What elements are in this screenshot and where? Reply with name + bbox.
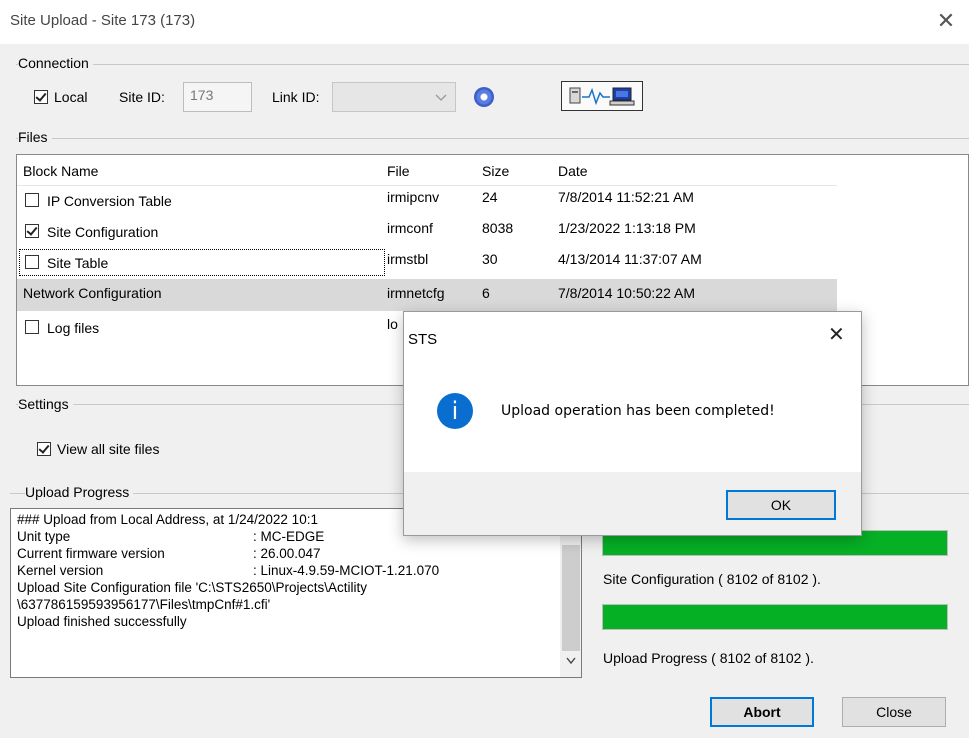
link-id-dropdown[interactable] xyxy=(332,82,456,112)
file-row-date: 7/8/2014 11:52:21 AM xyxy=(558,189,694,205)
chevron-down-icon xyxy=(435,94,447,101)
dialog-title: STS xyxy=(408,331,438,348)
settings-group-label: Settings xyxy=(18,396,73,412)
file-row-site-configuration[interactable]: Site Configuration irmconf 8038 1/23/202… xyxy=(17,216,837,247)
gear-icon[interactable] xyxy=(474,87,494,107)
window-close-icon[interactable]: ✕ xyxy=(933,8,959,34)
file-row-size: 30 xyxy=(482,251,498,267)
file-row-file: irmipcnv xyxy=(387,189,440,205)
file-row-size: 24 xyxy=(482,189,498,205)
column-header-file[interactable]: File xyxy=(387,163,410,179)
scroll-down-icon[interactable] xyxy=(566,657,576,665)
sts-dialog: STS ✕ i Upload operation has been comple… xyxy=(403,311,862,536)
connect-button[interactable] xyxy=(561,81,643,111)
local-label: Local xyxy=(54,89,88,105)
files-group-border xyxy=(16,138,969,139)
file-row-name: Log files xyxy=(47,320,100,336)
log-line: Unit type xyxy=(17,529,71,544)
file-row-name: IP Conversion Table xyxy=(47,193,172,209)
log-line: Current firmware version xyxy=(17,546,165,561)
file-row-date: 1/23/2022 1:13:18 PM xyxy=(558,220,696,236)
file-row-checkbox[interactable] xyxy=(25,224,39,238)
upload-progress-group-label: Upload Progress xyxy=(25,484,134,500)
upload-progress-bar xyxy=(602,604,948,630)
file-row-name: Site Table xyxy=(47,255,109,271)
upload-progress-label: Upload Progress ( 8102 of 8102 ). xyxy=(603,650,814,666)
log-line: ### Upload from Local Address, at 1/24/2… xyxy=(17,512,318,527)
abort-button[interactable]: Abort xyxy=(710,697,814,727)
site-id-value: 173 xyxy=(190,87,214,103)
file-row-size: 6 xyxy=(482,285,490,301)
dialog-close-icon[interactable]: ✕ xyxy=(828,322,845,347)
file-row-size: 8038 xyxy=(482,220,514,236)
files-list-header: Block Name File Size Date xyxy=(17,155,968,186)
file-row-file: irmconf xyxy=(387,220,433,236)
file-row-site-table[interactable]: Site Table irmstbl 30 4/13/2014 11:37:07… xyxy=(17,247,837,278)
file-row-checkbox[interactable] xyxy=(25,255,39,269)
link-id-label: Link ID: xyxy=(272,89,320,105)
file-row-file: irmstbl xyxy=(387,251,429,267)
file-row-date: 7/8/2014 10:50:22 AM xyxy=(558,285,695,301)
file-row-ip-conversion-table[interactable]: IP Conversion Table irmipcnv 24 7/8/2014… xyxy=(17,185,837,216)
log-value: : Linux-4.9.59-MCIOT-1.21.070 xyxy=(253,563,440,578)
upload-progress-fill xyxy=(603,605,947,629)
dialog-button-bar: OK xyxy=(404,472,861,535)
title-bar: Site Upload - Site 173 (173) ✕ xyxy=(0,0,969,44)
view-all-site-files-label: View all site files xyxy=(57,441,160,457)
connection-group-label: Connection xyxy=(18,55,93,71)
file-row-checkbox[interactable] xyxy=(25,320,39,334)
view-all-site-files-checkbox[interactable] xyxy=(37,442,51,456)
log-value: : 26.00.047 xyxy=(253,546,321,561)
connection-group-border xyxy=(16,64,969,65)
site-id-field[interactable]: 173 xyxy=(183,82,252,112)
file-row-network-configuration[interactable]: Network Configuration irmnetcfg 6 7/8/20… xyxy=(17,279,837,311)
ok-button[interactable]: OK xyxy=(726,490,836,520)
log-value: : MC-EDGE xyxy=(253,529,325,544)
close-button[interactable]: Close xyxy=(842,697,946,727)
file-row-file: lo xyxy=(387,316,398,332)
log-line: \637786159593956177\Files\tmpCnf#1.cfi' xyxy=(17,597,271,612)
local-checkbox[interactable] xyxy=(34,90,48,104)
site-id-label: Site ID: xyxy=(119,89,165,105)
column-header-size[interactable]: Size xyxy=(482,163,509,179)
network-connection-icon xyxy=(569,87,635,106)
info-icon: i xyxy=(437,393,473,429)
site-configuration-progress-label: Site Configuration ( 8102 of 8102 ). xyxy=(603,571,821,587)
file-row-date: 4/13/2014 11:37:07 AM xyxy=(558,251,702,267)
files-group-label: Files xyxy=(18,129,52,145)
file-row-name: Site Configuration xyxy=(47,224,159,240)
file-row-file: irmnetcfg xyxy=(387,285,445,301)
log-line: Upload finished successfully xyxy=(17,614,187,629)
log-line: Kernel version xyxy=(17,563,104,578)
dialog-message: Upload operation has been completed! xyxy=(501,403,775,419)
column-header-date[interactable]: Date xyxy=(558,163,588,179)
column-header-block-name[interactable]: Block Name xyxy=(23,163,98,179)
log-line: Upload Site Configuration file 'C:\STS26… xyxy=(17,580,367,595)
file-row-checkbox[interactable] xyxy=(25,193,39,207)
window-title: Site Upload - Site 173 (173) xyxy=(10,12,196,29)
log-scrollbar-thumb[interactable] xyxy=(562,545,580,651)
file-row-name: Network Configuration xyxy=(23,285,162,301)
